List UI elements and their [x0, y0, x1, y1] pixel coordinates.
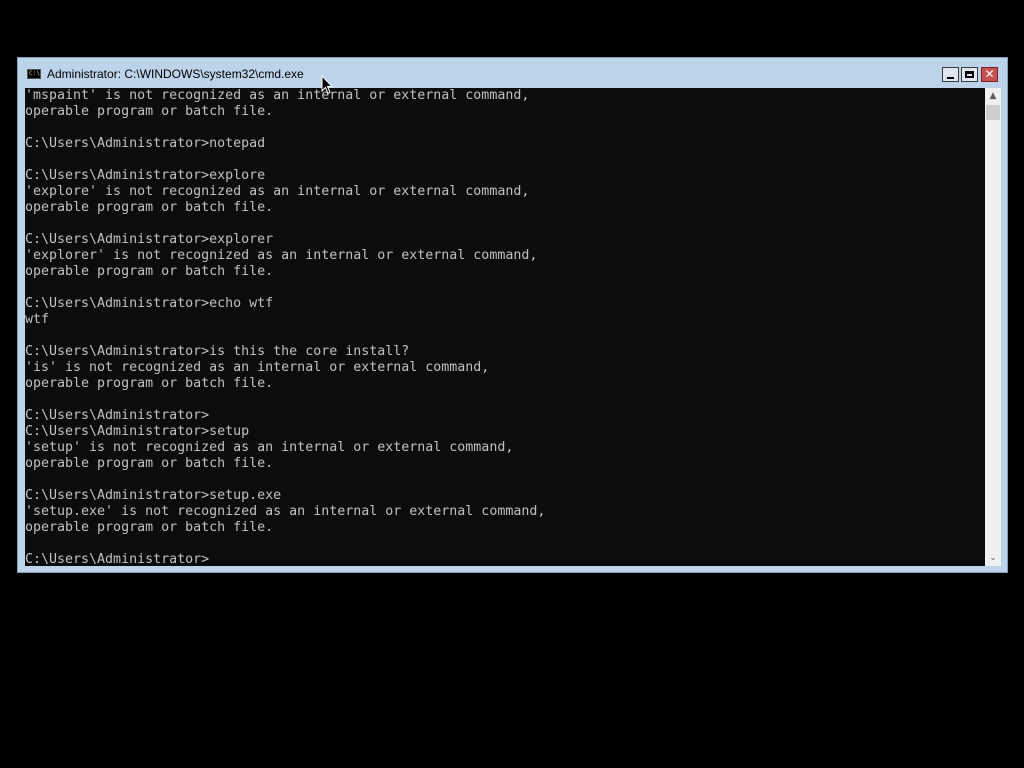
console-line: C:\Users\Administrator>echo wtf: [25, 296, 274, 311]
console-line: operable program or batch file.: [25, 264, 274, 279]
console-line: 'setup.exe' is not recognized as an inte…: [25, 504, 546, 519]
console-line: operable program or batch file.: [25, 200, 274, 215]
console-line: operable program or batch file.: [25, 376, 274, 391]
console-line: wtf: [25, 312, 50, 327]
console-line: 'explore' is not recognized as an intern…: [25, 184, 530, 199]
console-text: 'mspaint' is not recognized as an intern…: [25, 88, 985, 566]
cmd-icon[interactable]: C:\: [27, 69, 41, 79]
console-line: operable program or batch file.: [25, 456, 274, 471]
maximize-icon: [965, 71, 974, 78]
console-line: 'mspaint' is not recognized as an intern…: [25, 88, 530, 103]
scroll-down-arrow-icon[interactable]: ⌄: [985, 550, 1001, 566]
console-line: 'setup' is not recognized as an internal…: [25, 440, 514, 455]
window-title: Administrator: C:\WINDOWS\system32\cmd.e…: [47, 67, 304, 81]
console-line: 'explorer' is not recognized as an inter…: [25, 248, 538, 263]
console-line: C:\Users\Administrator>is this the core …: [25, 344, 410, 359]
vertical-scrollbar[interactable]: ▲ ⌄: [985, 88, 1001, 566]
console-line: C:\Users\Administrator>setup.exe: [25, 488, 282, 503]
console-line: operable program or batch file.: [25, 104, 274, 119]
console-line: C:\Users\Administrator>notepad: [25, 136, 266, 151]
console-line: C:\Users\Administrator>explore: [25, 168, 266, 183]
console-line: C:\Users\Administrator>explorer: [25, 232, 274, 247]
console-line: operable program or batch file.: [25, 520, 274, 535]
maximize-button[interactable]: [961, 67, 978, 82]
console-line: C:\Users\Administrator>setup: [25, 424, 250, 439]
desktop: C:\ Administrator: C:\WINDOWS\system32\c…: [0, 0, 1024, 768]
console-output[interactable]: 'mspaint' is not recognized as an intern…: [25, 88, 985, 566]
console-line: C:\Users\Administrator>: [25, 552, 210, 566]
title-bar[interactable]: C:\ Administrator: C:\WINDOWS\system32\c…: [18, 58, 1007, 87]
cmd-window: C:\ Administrator: C:\WINDOWS\system32\c…: [17, 57, 1008, 573]
console-line: 'is' is not recognized as an internal or…: [25, 360, 490, 375]
scroll-up-arrow-icon[interactable]: ▲: [985, 88, 1001, 104]
minimize-icon: [947, 77, 954, 79]
close-icon: ✕: [984, 67, 995, 81]
minimize-button[interactable]: [942, 67, 959, 82]
mouse-pointer-icon: [321, 75, 333, 95]
console-line: C:\Users\Administrator>: [25, 408, 210, 423]
close-button[interactable]: ✕: [981, 67, 998, 82]
scroll-thumb[interactable]: [986, 105, 1000, 120]
